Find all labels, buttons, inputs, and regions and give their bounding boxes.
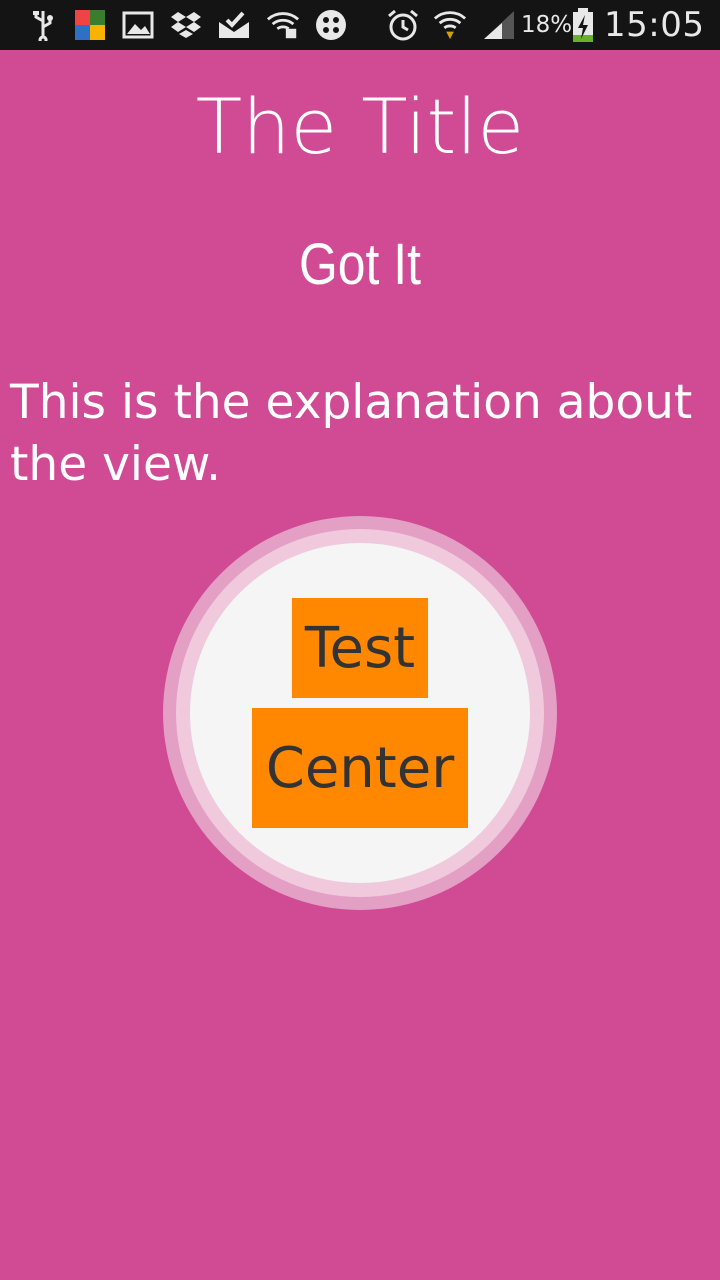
signal-icon — [482, 8, 516, 42]
wifi-lock-icon — [266, 8, 300, 42]
explanation-text: This is the explanation about the view. — [10, 375, 693, 492]
wifi-icon — [433, 8, 467, 42]
gallery-icon — [121, 8, 155, 42]
page-title: The Title — [195, 82, 525, 171]
got-it-button[interactable]: Got It — [50, 230, 669, 300]
test-label-box[interactable]: Test — [292, 598, 428, 698]
status-bar: 18% 15:05 — [0, 0, 720, 50]
avg-antivirus-icon — [73, 8, 107, 42]
battery-charging-icon — [566, 8, 600, 42]
clock-time: 15:05 — [604, 5, 705, 45]
app-dots-icon — [314, 8, 348, 42]
alarm-icon — [386, 8, 420, 42]
dropbox-icon — [169, 8, 203, 42]
center-label-box[interactable]: Center — [252, 708, 468, 828]
battery-percent: 18% — [521, 12, 573, 38]
usb-icon — [26, 8, 60, 42]
mail-check-icon — [217, 8, 251, 42]
